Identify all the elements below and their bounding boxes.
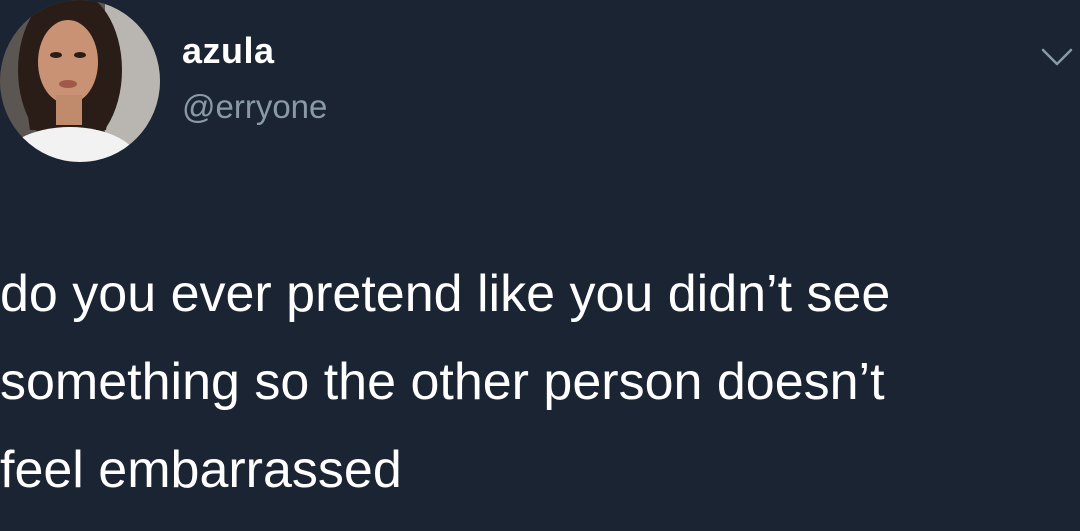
avatar[interactable] — [0, 0, 160, 162]
tweet-text-line: feel embarrassed — [0, 441, 402, 499]
author-display-name[interactable]: azula — [182, 30, 275, 72]
tweet-text: do you ever pretend like you didn’t see … — [0, 250, 1075, 514]
tweet-card: azula @erryone do you ever pretend like … — [0, 0, 1080, 531]
avatar-image — [0, 0, 160, 162]
chevron-down-icon[interactable] — [1040, 46, 1074, 68]
tweet-text-line: do you ever pretend like you didn’t see — [0, 265, 891, 323]
author-handle[interactable]: @erryone — [182, 88, 327, 126]
tweet-text-line: something so the other person doesn’t — [0, 353, 885, 411]
